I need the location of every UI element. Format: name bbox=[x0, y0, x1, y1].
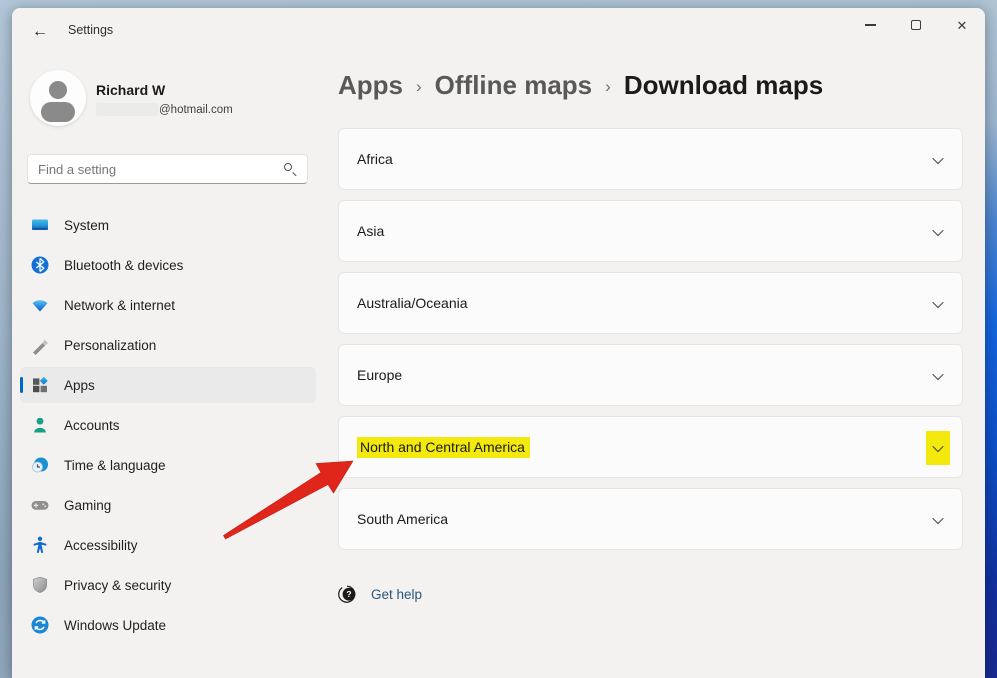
expand-button[interactable] bbox=[926, 359, 950, 393]
apps-icon bbox=[30, 375, 50, 395]
expand-button[interactable] bbox=[926, 287, 950, 321]
chevron-down-icon bbox=[932, 225, 943, 236]
search-placeholder: Find a setting bbox=[38, 162, 283, 177]
chevron-down-icon bbox=[932, 153, 943, 164]
sidebar-item-label: Time & language bbox=[64, 458, 166, 473]
region-card-asia[interactable]: Asia bbox=[338, 200, 963, 262]
expand-button[interactable] bbox=[926, 503, 950, 537]
expand-button[interactable] bbox=[926, 215, 950, 249]
user-name: Richard W bbox=[96, 82, 165, 98]
person-icon bbox=[30, 415, 50, 435]
breadcrumb-apps[interactable]: Apps bbox=[338, 70, 403, 101]
sidebar-item-bluetooth-devices[interactable]: Bluetooth & devices bbox=[20, 247, 316, 283]
sidebar-item-label: Apps bbox=[64, 378, 95, 393]
shield-icon bbox=[30, 575, 50, 595]
close-button[interactable]: ✕ bbox=[939, 8, 985, 42]
region-list: Africa Asia Australia/Oceania Europe Nor… bbox=[338, 128, 963, 560]
breadcrumb-offline-maps[interactable]: Offline maps bbox=[435, 70, 592, 101]
region-label: Europe bbox=[357, 367, 402, 383]
search-input[interactable]: Find a setting bbox=[27, 154, 308, 184]
clock-globe-icon bbox=[30, 455, 50, 475]
chevron-down-icon bbox=[932, 369, 943, 380]
sidebar-item-label: Accounts bbox=[64, 418, 120, 433]
region-label: Africa bbox=[357, 151, 393, 167]
sidebar-item-accessibility[interactable]: Accessibility bbox=[20, 527, 316, 563]
search-icon bbox=[283, 162, 297, 176]
region-label: South America bbox=[357, 511, 448, 527]
page-title: Download maps bbox=[624, 70, 823, 101]
breadcrumb-separator-icon: › bbox=[416, 77, 422, 97]
help-bubble-icon: ? bbox=[338, 584, 358, 604]
minimize-button[interactable] bbox=[847, 8, 893, 42]
back-button[interactable]: ← bbox=[22, 18, 58, 46]
breadcrumb-separator-icon: › bbox=[605, 77, 611, 97]
chevron-down-icon bbox=[932, 513, 943, 524]
region-card-north-central-america[interactable]: North and Central America bbox=[338, 416, 963, 478]
region-card-australia-oceania[interactable]: Australia/Oceania bbox=[338, 272, 963, 334]
bluetooth-icon bbox=[30, 255, 50, 275]
sidebar-item-label: Gaming bbox=[64, 498, 111, 513]
sidebar-item-label: System bbox=[64, 218, 109, 233]
sidebar-item-label: Personalization bbox=[64, 338, 156, 353]
user-account[interactable]: Richard W @hotmail.com bbox=[30, 70, 310, 130]
sidebar-item-network-internet[interactable]: Network & internet bbox=[20, 287, 316, 323]
sidebar-item-label: Accessibility bbox=[64, 538, 138, 553]
window-title: Settings bbox=[68, 23, 113, 37]
region-label-highlighted: North and Central America bbox=[357, 437, 530, 458]
system-icon bbox=[30, 215, 50, 235]
back-arrow-icon: ← bbox=[32, 23, 48, 41]
region-label: Asia bbox=[357, 223, 384, 239]
sidebar: Richard W @hotmail.com Find a setting Sy… bbox=[12, 56, 324, 678]
region-card-europe[interactable]: Europe bbox=[338, 344, 963, 406]
sidebar-nav: System Bluetooth & devices Network & int… bbox=[20, 207, 316, 647]
chevron-down-icon bbox=[932, 441, 943, 452]
breadcrumb: Apps › Offline maps › Download maps bbox=[338, 70, 823, 101]
expand-button[interactable] bbox=[926, 143, 950, 177]
expand-button[interactable] bbox=[926, 431, 950, 465]
svg-text:?: ? bbox=[346, 589, 351, 599]
sidebar-item-personalization[interactable]: Personalization bbox=[20, 327, 316, 363]
region-card-africa[interactable]: Africa bbox=[338, 128, 963, 190]
accessibility-person-icon bbox=[30, 535, 50, 555]
user-email: @hotmail.com bbox=[96, 103, 233, 116]
maximize-icon bbox=[911, 20, 921, 30]
sidebar-item-accounts[interactable]: Accounts bbox=[20, 407, 316, 443]
get-help-link[interactable]: ? Get help bbox=[338, 584, 422, 604]
update-arrows-icon bbox=[30, 615, 50, 635]
minimize-icon bbox=[865, 24, 876, 25]
email-domain: @hotmail.com bbox=[159, 104, 233, 116]
region-label: Australia/Oceania bbox=[357, 295, 468, 311]
sidebar-item-time-language[interactable]: Time & language bbox=[20, 447, 316, 483]
main-content: Apps › Offline maps › Download maps Afri… bbox=[335, 56, 985, 678]
close-icon: ✕ bbox=[957, 19, 968, 32]
settings-window: ← Settings ✕ Richard W @hotmail.com Find… bbox=[12, 8, 985, 678]
email-redaction bbox=[96, 103, 158, 116]
desktop-wallpaper-strip bbox=[983, 0, 997, 678]
titlebar: ← Settings ✕ bbox=[12, 8, 985, 56]
sidebar-item-privacy-security[interactable]: Privacy & security bbox=[20, 567, 316, 603]
avatar bbox=[30, 70, 86, 126]
gamepad-icon bbox=[30, 495, 50, 515]
wifi-icon bbox=[30, 295, 50, 315]
sidebar-item-apps[interactable]: Apps bbox=[20, 367, 316, 403]
get-help-label: Get help bbox=[371, 587, 422, 602]
sidebar-item-system[interactable]: System bbox=[20, 207, 316, 243]
sidebar-item-gaming[interactable]: Gaming bbox=[20, 487, 316, 523]
paintbrush-icon bbox=[30, 335, 50, 355]
region-card-south-america[interactable]: South America bbox=[338, 488, 963, 550]
sidebar-item-windows-update[interactable]: Windows Update bbox=[20, 607, 316, 643]
chevron-down-icon bbox=[932, 297, 943, 308]
sidebar-item-label: Privacy & security bbox=[64, 578, 171, 593]
sidebar-item-label: Bluetooth & devices bbox=[64, 258, 183, 273]
sidebar-item-label: Network & internet bbox=[64, 298, 175, 313]
maximize-button[interactable] bbox=[893, 8, 939, 42]
sidebar-item-label: Windows Update bbox=[64, 618, 166, 633]
